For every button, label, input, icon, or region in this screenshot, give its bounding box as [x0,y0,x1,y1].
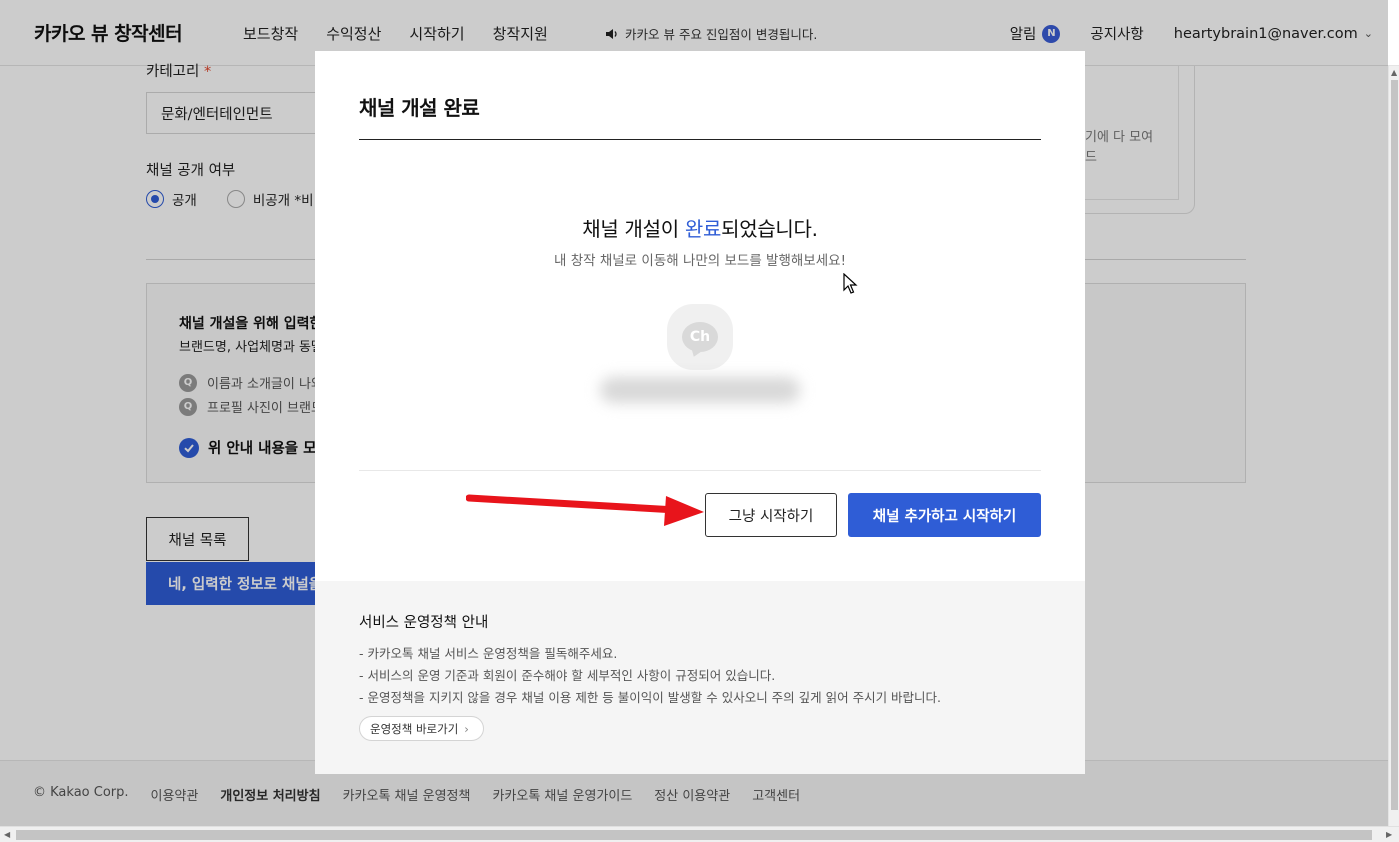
add-channel-and-start-button[interactable]: 채널 추가하고 시작하기 [848,493,1041,537]
channel-avatar: Ch [667,304,733,370]
policy-link-label: 운영정책 바로가기 [370,721,459,736]
policy-link-button[interactable]: 운영정책 바로가기 › [359,716,484,741]
completion-prefix: 채널 개설이 [582,217,685,241]
policy-section: 서비스 운영정책 안내 - 카카오톡 채널 서비스 운영정책을 필독해주세요. … [315,581,1085,774]
completion-highlight: 완료 [684,217,722,241]
vertical-scrollbar[interactable]: ▲ [1388,66,1399,826]
modal-title: 채널 개설 완료 [359,96,480,120]
channel-chat-icon: Ch [682,322,718,352]
modal-divider [359,470,1041,471]
channel-created-modal: 채널 개설 완료 채널 개설이 완료되었습니다. 내 창작 채널로 이동해 나만… [315,51,1085,774]
policy-line: - 서비스의 운영 기준과 회원이 준수해야 할 세부적인 사항이 규정되어 있… [359,668,776,683]
scroll-left-icon[interactable]: ◀ [4,830,10,839]
modal-title-divider [359,139,1041,140]
chevron-right-icon: › [464,721,469,736]
completion-suffix: 되었습니다. [721,217,818,241]
blurred-channel-name [600,377,800,403]
annotation-arrow-icon [466,494,704,526]
policy-line: - 운영정책을 지키지 않을 경우 채널 이용 제한 등 불이익이 발생할 수 … [359,690,942,705]
horizontal-scroll-thumb[interactable] [16,830,1372,840]
mouse-cursor-icon [843,273,858,294]
policy-title: 서비스 운영정책 안내 [359,615,489,631]
policy-line: - 카카오톡 채널 서비스 운영정책을 필독해주세요. [359,646,618,661]
completion-subtext: 내 창작 채널로 이동해 나만의 보드를 발행해보세요! [554,253,846,269]
just-start-button[interactable]: 그냥 시작하기 [705,493,837,537]
scroll-right-icon[interactable]: ▶ [1386,830,1392,839]
horizontal-scrollbar[interactable]: ◀ ▶ [0,826,1399,842]
completion-message: 채널 개설이 완료되었습니다. [315,213,1085,242]
vertical-scroll-thumb[interactable] [1391,80,1398,810]
scroll-up-icon[interactable]: ▲ [1391,68,1397,77]
